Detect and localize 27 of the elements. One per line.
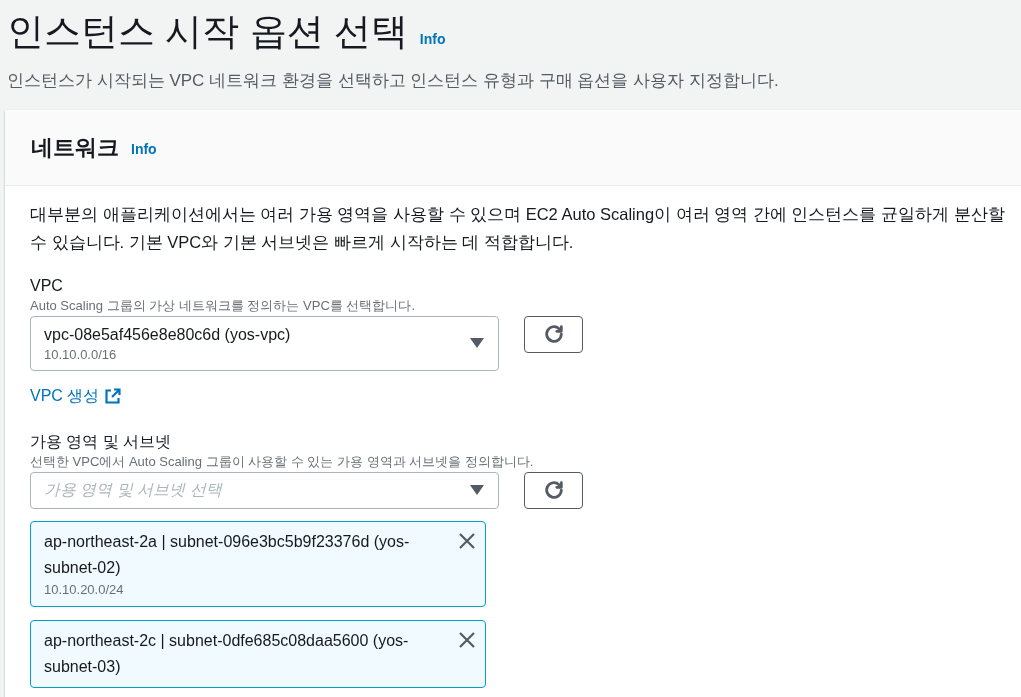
token-label: ap-northeast-2a | subnet-096e3bc5b9f23376d (yos-subnet-02) xyxy=(44,531,411,578)
page-title: 인스턴스 시작 옵션 선택 xyxy=(7,10,408,54)
field-label: 가용 영역 및 서브넷 xyxy=(30,431,173,452)
select-placeholder: 가용 영역 및 서브넷 선택 xyxy=(44,480,224,500)
select-value: vpc-08e5af456e8e80c6d (yos-vpc) xyxy=(44,324,292,345)
close-button[interactable] xyxy=(457,629,477,650)
caret-icon xyxy=(470,338,484,348)
external-link-icon xyxy=(105,387,122,404)
field-hint: Auto Scaling 그룹의 가상 네트워크를 정의하는 VPC를 선택합니다. xyxy=(30,296,416,315)
caret-icon xyxy=(470,485,484,495)
refresh-icon xyxy=(542,323,565,345)
create-vpc-link[interactable]: VPC 생성 xyxy=(30,383,122,408)
page-description: 인스턴스가 시작되는 VPC 네트워크 환경을 선택하고 인스턴스 유형과 구매 옵션을 사용자 지정합니다. xyxy=(6,70,780,92)
token-detail: 10.10.20.0/24 xyxy=(44,580,125,599)
vpc-select[interactable]: vpc-08e5af456e8e80c6d (yos-vpc) 10.10.0.0/16 xyxy=(30,315,499,371)
refresh-button[interactable] xyxy=(524,471,583,509)
token-label: ap-northeast-2c | subnet-0dfe685c08daa5600 (yos-subnet-03) xyxy=(44,630,410,677)
refresh-icon xyxy=(542,479,565,501)
info-link[interactable]: Info xyxy=(131,138,157,160)
section-title: 네트워크 xyxy=(31,133,119,162)
field-hint: 선택한 VPC에서 Auto Scaling 그룹이 사용할 수 있는 가용 영역과 서브넷을 정의합니다. xyxy=(30,452,535,471)
info-link[interactable]: Info xyxy=(419,29,446,50)
close-button[interactable] xyxy=(457,530,477,551)
field-label: VPC xyxy=(30,275,64,296)
select-detail: 10.10.0.0/16 xyxy=(44,345,118,363)
refresh-button[interactable] xyxy=(524,315,583,353)
section-description: 대부분의 애플리케이션에서는 여러 가용 영역을 사용할 수 있으며 EC2 Auto Scaling이 여러 영역 간에 인스턴스를 균일하게 분산할 수 있습니다. 기본 VPC와 기본 서브넷은 빠르게 시작하는 데 적합합니다. xyxy=(30,203,1006,253)
